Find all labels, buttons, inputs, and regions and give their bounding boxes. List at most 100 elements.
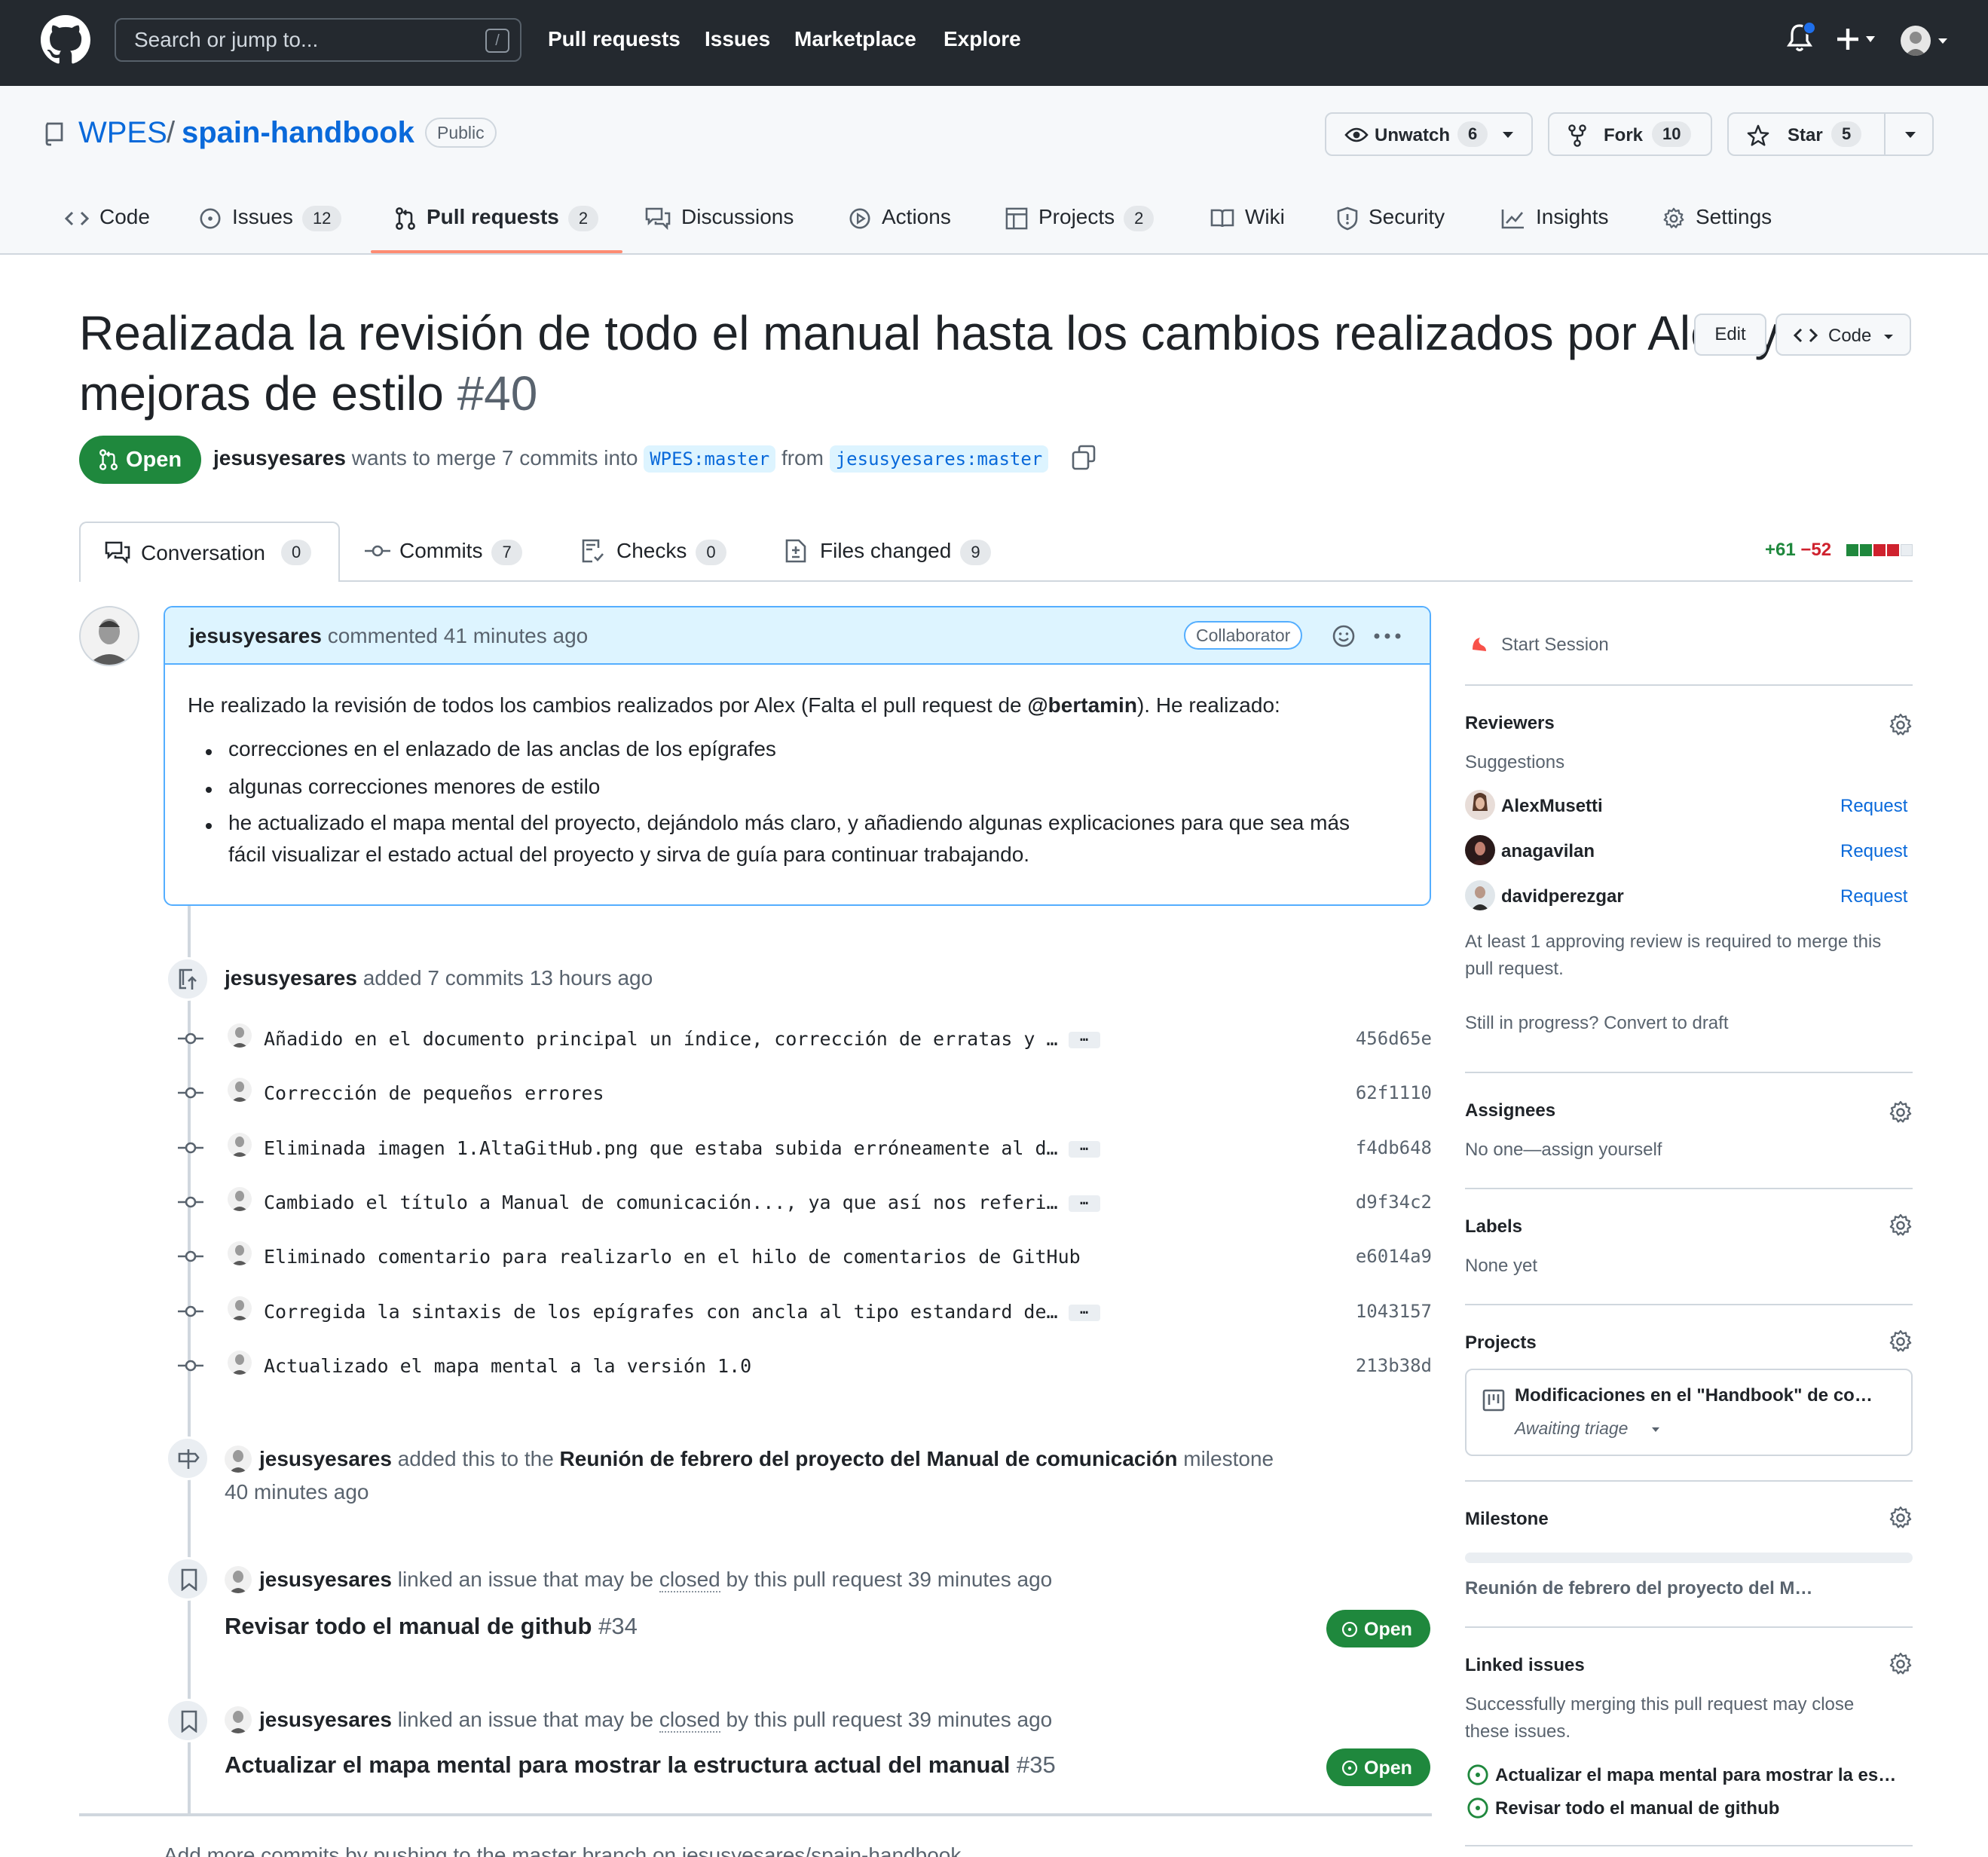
tab-pull-requests[interactable]: Pull requests 2 bbox=[395, 202, 599, 235]
commit-author-avatar[interactable] bbox=[228, 1296, 252, 1320]
reviewer-name-1[interactable]: AlexMusetti bbox=[1501, 796, 1603, 817]
tab-issues[interactable]: Issues 12 bbox=[199, 202, 342, 235]
commit-author-avatar[interactable] bbox=[228, 1023, 252, 1048]
commit-message[interactable]: Corregida la sintaxis de los epígrafes c… bbox=[264, 1301, 1100, 1323]
github-logo-icon[interactable] bbox=[41, 15, 90, 65]
commit-sha[interactable]: 456d65e bbox=[1356, 1028, 1432, 1049]
commit-sha[interactable]: f4db648 bbox=[1356, 1137, 1432, 1158]
code-dropdown-button[interactable]: Code bbox=[1775, 314, 1911, 356]
nav-marketplace[interactable]: Marketplace bbox=[794, 27, 916, 51]
kebab-menu-icon[interactable] bbox=[1374, 633, 1401, 639]
unwatch-button[interactable]: Unwatch 6 bbox=[1325, 112, 1533, 156]
commit-author-avatar[interactable] bbox=[228, 1078, 252, 1103]
head-branch[interactable]: jesusyesares:master bbox=[829, 445, 1049, 473]
expand-commit-message-button[interactable]: … bbox=[1068, 1030, 1100, 1048]
linked-event-closed-1[interactable]: closed bbox=[659, 1568, 720, 1592]
linked-issues-gear-icon[interactable] bbox=[1889, 1652, 1913, 1676]
assignees-value[interactable]: No one—assign yourself bbox=[1465, 1140, 1662, 1161]
linked-event-closed-2[interactable]: closed bbox=[659, 1708, 720, 1733]
nav-pull-requests[interactable]: Pull requests bbox=[548, 27, 681, 51]
milestone-gear-icon[interactable] bbox=[1889, 1506, 1913, 1530]
labels-title[interactable]: Labels bbox=[1465, 1216, 1522, 1237]
start-session-link[interactable]: Start Session bbox=[1501, 635, 1609, 656]
commit-author-avatar[interactable] bbox=[228, 1350, 252, 1375]
request-review-button-3[interactable]: Request bbox=[1840, 886, 1907, 907]
milestone-title[interactable]: Milestone bbox=[1465, 1509, 1549, 1530]
tab-projects[interactable]: Projects 2 bbox=[1005, 202, 1155, 235]
project-name[interactable]: Modificaciones en el "Handbook" de co… bbox=[1515, 1385, 1873, 1406]
commits-event-author[interactable]: jesusyesares bbox=[225, 966, 357, 990]
linked-event-avatar-2[interactable] bbox=[225, 1706, 252, 1733]
linked-event-author-1[interactable]: jesusyesares bbox=[259, 1568, 392, 1591]
linked-event-avatar-1[interactable] bbox=[225, 1566, 252, 1593]
project-status[interactable]: Awaiting triage bbox=[1515, 1418, 1628, 1439]
tab-insights[interactable]: Insights bbox=[1501, 202, 1609, 235]
tab-discussions[interactable]: Discussions bbox=[645, 202, 794, 235]
commit-sha[interactable]: 62f1110 bbox=[1356, 1082, 1432, 1103]
request-review-button-2[interactable]: Request bbox=[1840, 841, 1907, 862]
copy-branch-icon[interactable] bbox=[1072, 445, 1096, 470]
tab-code[interactable]: Code bbox=[65, 202, 150, 235]
commit-author-avatar[interactable] bbox=[228, 1186, 252, 1211]
expand-commit-message-button[interactable]: … bbox=[1068, 1193, 1100, 1212]
sidebar-linked-issue-1[interactable]: Actualizar el mapa mental para mostrar l… bbox=[1495, 1765, 1896, 1786]
linked-event-author-2[interactable]: jesusyesares bbox=[259, 1708, 392, 1731]
comment-author-link[interactable]: jesusyesares bbox=[189, 624, 322, 647]
milestone-value-link[interactable]: Reunión de febrero del proyecto del M… bbox=[1465, 1578, 1812, 1599]
commit-sha[interactable]: d9f34c2 bbox=[1356, 1192, 1432, 1213]
linked-issue-title-1[interactable]: Revisar todo el manual de github #34 bbox=[225, 1613, 638, 1640]
assignees-gear-icon[interactable] bbox=[1889, 1100, 1913, 1124]
request-review-button-1[interactable]: Request bbox=[1840, 796, 1907, 817]
tab-actions[interactable]: Actions bbox=[849, 202, 951, 235]
commit-author-avatar[interactable] bbox=[228, 1241, 252, 1266]
commit-sha[interactable]: e6014a9 bbox=[1356, 1246, 1432, 1267]
commit-message[interactable]: Cambiado el título a Manual de comunicac… bbox=[264, 1192, 1100, 1213]
assignees-title[interactable]: Assignees bbox=[1465, 1100, 1555, 1121]
commit-sha[interactable]: 213b38d bbox=[1356, 1355, 1432, 1376]
create-new-plus-icon[interactable] bbox=[1836, 26, 1878, 53]
projects-title[interactable]: Projects bbox=[1465, 1332, 1537, 1354]
repo-owner-link[interactable]: WPES bbox=[78, 116, 167, 150]
fork-button[interactable]: Fork 10 bbox=[1548, 112, 1712, 156]
sidebar-linked-issue-2[interactable]: Revisar todo el manual de github bbox=[1495, 1798, 1779, 1819]
reviewer-name-2[interactable]: anagavilan bbox=[1501, 841, 1595, 862]
smiley-icon[interactable] bbox=[1332, 624, 1356, 648]
milestone-event-link[interactable]: Reunión de febrero del proyecto del Manu… bbox=[560, 1447, 1178, 1470]
nav-explore[interactable]: Explore bbox=[944, 27, 1021, 51]
commit-message[interactable]: Eliminada imagen 1.AltaGitHub.png que es… bbox=[264, 1137, 1100, 1159]
star-list-chevron-down-icon[interactable] bbox=[1904, 130, 1917, 139]
tab-settings[interactable]: Settings bbox=[1662, 202, 1772, 235]
expand-commit-message-button[interactable]: … bbox=[1068, 1302, 1100, 1321]
tab-conversation[interactable]: Conversation 0 bbox=[79, 522, 340, 582]
nav-issues[interactable]: Issues bbox=[705, 27, 770, 51]
reviewer-name-3[interactable]: davidperezgar bbox=[1501, 886, 1624, 907]
reviewers-title[interactable]: Reviewers bbox=[1465, 713, 1555, 734]
project-card[interactable]: Modificaciones en el "Handbook" de co… A… bbox=[1465, 1369, 1913, 1456]
edit-title-button[interactable]: Edit bbox=[1694, 314, 1766, 356]
linked-issue-title-2[interactable]: Actualizar el mapa mental para mostrar l… bbox=[225, 1751, 1056, 1779]
projects-gear-icon[interactable] bbox=[1889, 1329, 1913, 1354]
commit-message[interactable]: Eliminado comentario para realizarlo en … bbox=[264, 1246, 1081, 1268]
star-button[interactable]: Star 5 bbox=[1727, 112, 1934, 156]
comment-meta[interactable]: commented 41 minutes ago bbox=[328, 624, 589, 647]
mention-link[interactable]: @bertamin bbox=[1027, 693, 1137, 717]
commit-message[interactable]: Actualizado el mapa mental a la versión … bbox=[264, 1355, 751, 1377]
base-branch[interactable]: WPES:master bbox=[644, 445, 776, 473]
commit-author-avatar[interactable] bbox=[228, 1132, 252, 1157]
search-input[interactable]: Search or jump to... / bbox=[115, 18, 521, 62]
repo-name-link[interactable]: spain-handbook bbox=[182, 116, 414, 150]
tab-wiki[interactable]: Wiki bbox=[1210, 202, 1285, 235]
convert-to-draft-link[interactable]: Still in progress? Convert to draft bbox=[1465, 1013, 1729, 1034]
comment-author-avatar[interactable] bbox=[79, 606, 139, 666]
commit-message[interactable]: Añadido en el documento principal un índ… bbox=[264, 1028, 1100, 1050]
commit-sha[interactable]: 1043157 bbox=[1356, 1301, 1432, 1322]
pr-author-link[interactable]: jesusyesares bbox=[213, 446, 346, 470]
tab-security[interactable]: Security bbox=[1337, 202, 1445, 235]
expand-commit-message-button[interactable]: … bbox=[1068, 1139, 1100, 1158]
notifications-bell-icon[interactable] bbox=[1786, 21, 1816, 54]
labels-gear-icon[interactable] bbox=[1889, 1213, 1913, 1237]
reviewers-gear-icon[interactable] bbox=[1889, 713, 1913, 737]
milestone-event-author[interactable]: jesusyesares bbox=[259, 1447, 392, 1470]
milestone-event-avatar[interactable] bbox=[225, 1446, 252, 1473]
commit-message[interactable]: Corrección de pequeños errores bbox=[264, 1082, 604, 1104]
